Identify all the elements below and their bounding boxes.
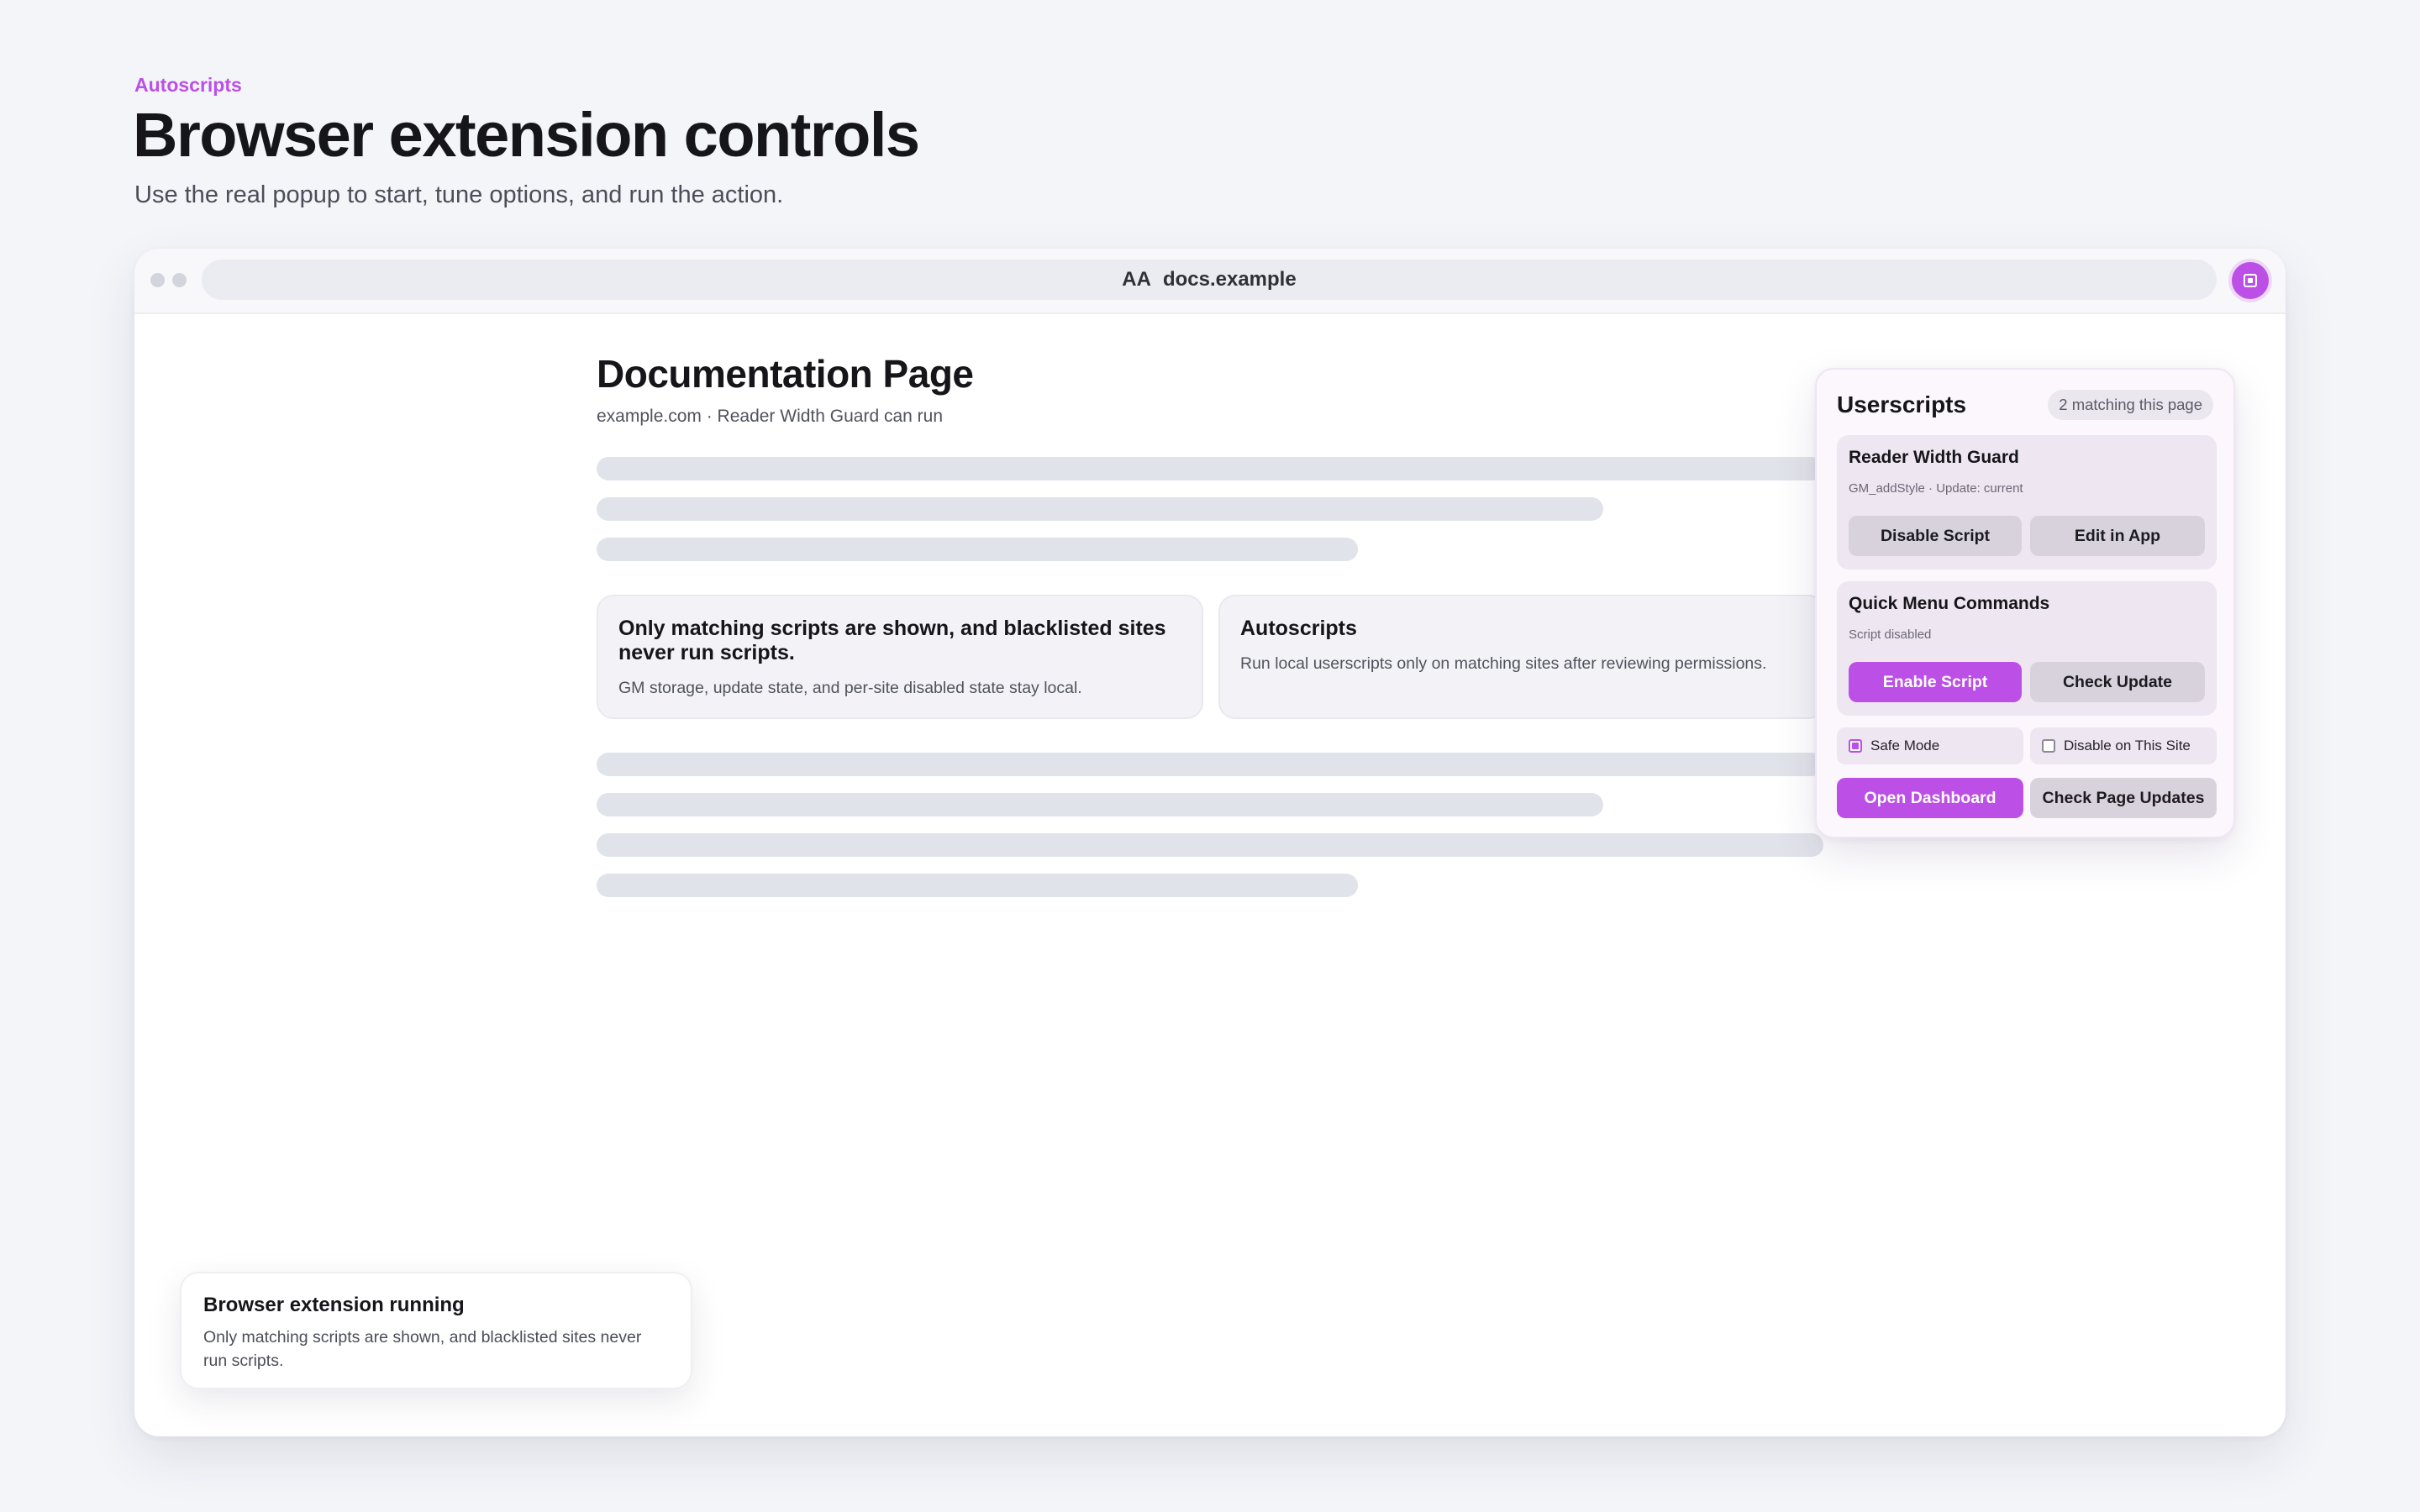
eyebrow-label: Autoscripts [134,74,242,96]
page-title: Browser extension controls [133,100,920,170]
info-card-title: Autoscripts [1240,617,1357,640]
info-card-title: Only matching scripts are shown, and bla… [618,617,1166,664]
edit-in-app-button[interactable]: Edit in App [2030,516,2205,556]
skeleton-line [597,833,1823,857]
skeleton-line [597,874,1358,897]
skeleton-line [597,793,1603,816]
reader-mode-toggle[interactable]: AA [1122,268,1151,291]
info-card-text: Run local userscripts only on matching s… [1240,654,1767,673]
address-url: docs.example [1162,268,1297,291]
check-update-button[interactable]: Check Update [2030,662,2205,702]
toast-title: Browser extension running [203,1294,465,1316]
skeleton-line [597,753,1823,776]
address-bar[interactable]: AA docs.example [202,260,2217,300]
doc-title: Documentation Page [597,352,974,396]
script-card-reader-width-guard: Reader Width Guard GM_addStyle · Update:… [1837,435,2217,570]
browser-window: AA docs.example Documentation Page examp… [134,249,2286,1436]
enable-script-button[interactable]: Enable Script [1849,662,2022,702]
disable-on-site-label: Disable on This Site [2064,738,2191,753]
script-card-quick-menu-commands: Quick Menu Commands Script disabled Enab… [1837,581,2217,716]
popup-title: Userscripts [1837,391,1967,417]
extension-button[interactable] [2232,262,2269,299]
script-name: Reader Width Guard [1849,448,2019,467]
skeleton-line [597,457,1823,480]
disable-script-button[interactable]: Disable Script [1849,516,2022,556]
info-card-text: GM storage, update state, and per-site d… [618,679,1082,697]
script-meta: GM_addStyle · Update: current [1849,481,2023,496]
page-subtitle: Use the real popup to start, tune option… [134,181,784,208]
extension-square-icon [2244,274,2257,287]
window-dot-minimize[interactable] [172,273,187,287]
doc-meta: example.com · Reader Width Guard can run [597,407,944,426]
info-card: Only matching scripts are shown, and bla… [597,595,1203,719]
safe-mode-label: Safe Mode [1870,738,1940,753]
safe-mode-toggle[interactable]: Safe Mode [1837,727,2023,764]
script-name: Quick Menu Commands [1849,594,2050,613]
matching-count-badge: 2 matching this page [2048,390,2213,420]
open-dashboard-button[interactable]: Open Dashboard [1837,778,2023,818]
status-toast: Browser extension running Only matching … [180,1272,692,1389]
info-card: Autoscripts Run local userscripts only o… [1218,595,1825,719]
disable-on-site-toggle[interactable]: Disable on This Site [2030,727,2217,764]
safe-mode-checkbox[interactable] [1849,739,1862,753]
skeleton-line [597,538,1358,561]
toast-text: Only matching scripts are shown, and bla… [203,1328,642,1370]
browser-toolbar: AA docs.example [134,249,2286,314]
window-dot-close[interactable] [150,273,165,287]
check-page-updates-button[interactable]: Check Page Updates [2030,778,2217,818]
script-meta: Script disabled [1849,627,1932,642]
disable-on-site-checkbox[interactable] [2042,739,2055,753]
skeleton-line [597,497,1603,521]
userscripts-popup: Userscripts 2 matching this page Reader … [1815,368,2235,838]
